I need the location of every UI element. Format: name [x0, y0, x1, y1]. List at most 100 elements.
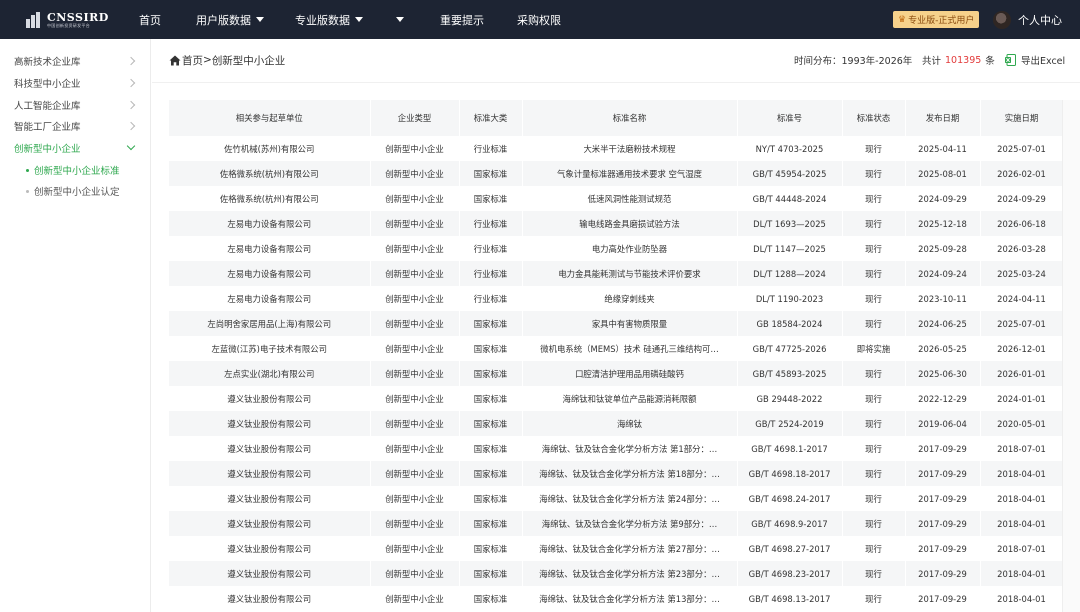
cell-publish-date: 2017-09-29 [905, 536, 981, 561]
total-count-value: 101395 [945, 54, 982, 66]
table-row[interactable]: 遵义钛业股份有限公司 创新型中小企业 国家标准 海绵钛、钛及钛合金化学分析方法 第9部… [169, 511, 1064, 536]
cell-publish-date: 2017-09-29 [905, 561, 981, 586]
cell-company-type: 创新型中小企业 [370, 186, 460, 211]
cell-standard-category: 国家标准 [459, 511, 523, 536]
cell-standard-number: GB/T 47725-2026 [737, 336, 843, 361]
export-excel-button[interactable]: 导出Excel [1005, 52, 1065, 68]
nav-purchase[interactable]: 采购权限 [517, 0, 561, 39]
cell-standard-name: 海绵钛、钛及钛合金化学分析方法 第18部分：… [522, 461, 738, 486]
cell-drafting-unit: 左点实业(湖北)有限公司 [169, 361, 371, 386]
cell-company-type: 创新型中小企业 [370, 561, 460, 586]
sidebar-item-ai[interactable]: 人工智能企业库 [14, 94, 138, 115]
cell-drafting-unit: 佐格微系统(杭州)有限公司 [169, 161, 371, 186]
cell-effective-date: 2018-04-01 [980, 586, 1064, 611]
cell-standard-status: 现行 [842, 211, 906, 236]
sidebar-subitem-standards[interactable]: 创新型中小企业标准 [26, 160, 120, 180]
cell-effective-date: 2026-12-01 [980, 336, 1064, 361]
pro-user-badge[interactable]: ♛ 专业版-正式用户 [893, 11, 980, 28]
cell-company-type: 创新型中小企业 [370, 136, 460, 161]
excel-icon [1005, 54, 1016, 66]
cell-standard-status: 现行 [842, 261, 906, 286]
nav-important-notice-label: 重要提示 [440, 13, 484, 27]
table-row[interactable]: 遵义钛业股份有限公司 创新型中小企业 国家标准 海绵钛、钛及钛合金化学分析方法 第27… [169, 536, 1064, 561]
cell-company-type: 创新型中小企业 [370, 211, 460, 236]
sidebar-subitem-certification[interactable]: 创新型中小企业认定 [26, 181, 120, 201]
nav-home-label: 首页 [139, 13, 161, 27]
table-row[interactable]: 遵义钛业股份有限公司 创新型中小企业 国家标准 海绵钛、钛及钛合金化学分析方法 第18… [169, 461, 1064, 486]
sidebar-item-sci-tech-sme[interactable]: 科技型中小企业 [14, 72, 138, 93]
cell-effective-date: 2026-02-01 [980, 161, 1064, 186]
sidebar-item-smart-factory[interactable]: 智能工厂企业库 [14, 115, 138, 136]
nav-pro-data[interactable]: 专业版数据 [295, 0, 363, 39]
chevron-down-icon [396, 17, 404, 22]
cell-publish-date: 2025-12-18 [905, 211, 981, 236]
cell-standard-name: 输电线路金具磨损试验方法 [522, 211, 738, 236]
logo[interactable]: CNSSIRD 中国创新投资研发平台 [26, 9, 109, 31]
sidebar-item-innovative-sme[interactable]: 创新型中小企业 [14, 137, 138, 158]
column-header: 相关参与起草单位 [169, 100, 371, 136]
avatar[interactable] [993, 11, 1011, 29]
nav-more-dropdown[interactable] [391, 0, 404, 39]
table-scroll-area[interactable] [1062, 100, 1080, 612]
table-row[interactable]: 佐格微系统(杭州)有限公司 创新型中小企业 国家标准 低速风洞性能测试规范 GB/T 4… [169, 186, 1064, 211]
cell-standard-name: 电力金具能耗测试与节能技术评价要求 [522, 261, 738, 286]
cell-publish-date: 2025-09-28 [905, 236, 981, 261]
nav-user-data[interactable]: 用户版数据 [196, 0, 264, 39]
cell-publish-date: 2025-04-11 [905, 136, 981, 161]
cell-company-type: 创新型中小企业 [370, 361, 460, 386]
cell-standard-name: 大米半干法磨粉技术规程 [522, 136, 738, 161]
table-row[interactable]: 遵义钛业股份有限公司 创新型中小企业 国家标准 海绵钛、钛及钛合金化学分析方法 第13… [169, 586, 1064, 611]
table-row[interactable]: 左点实业(湖北)有限公司 创新型中小企业 国家标准 口腔清洁护理用品用磷硅酸钙 GB/T… [169, 361, 1064, 386]
cell-publish-date: 2017-09-29 [905, 511, 981, 536]
bullet-icon [26, 168, 29, 172]
logo-bars-icon [26, 12, 44, 28]
table-row[interactable]: 左易电力设备有限公司 创新型中小企业 行业标准 电力金具能耗测试与节能技术评价要求 DL… [169, 261, 1064, 286]
table-row[interactable]: 左蓝微(江苏)电子技术有限公司 创新型中小企业 国家标准 微机电系统（MEMS）技术 … [169, 336, 1064, 361]
cell-standard-status: 现行 [842, 486, 906, 511]
total-suffix: 条 [985, 56, 995, 67]
user-center-link[interactable]: 个人中心 [1018, 0, 1062, 39]
table-row[interactable]: 左尚明舍家居用品(上海)有限公司 创新型中小企业 国家标准 家具中有害物质限量 GB 1… [169, 311, 1064, 336]
cell-drafting-unit: 遵义钛业股份有限公司 [169, 561, 371, 586]
cell-drafting-unit: 左易电力设备有限公司 [169, 236, 371, 261]
table-row[interactable]: 遵义钛业股份有限公司 创新型中小企业 国家标准 海绵钛、钛及钛合金化学分析方法 第24… [169, 486, 1064, 511]
table-row[interactable]: 左易电力设备有限公司 创新型中小企业 行业标准 电力高处作业防坠器 DL/T 1147—… [169, 236, 1064, 261]
cell-drafting-unit: 佐竹机械(苏州)有限公司 [169, 136, 371, 161]
cell-standard-category: 行业标准 [459, 261, 523, 286]
table-row[interactable]: 左易电力设备有限公司 创新型中小企业 行业标准 绝缘穿刺线夹 DL/T 1190-202… [169, 286, 1064, 311]
standards-table-container[interactable]: 相关参与起草单位 企业类型 标准大类 标准名称 标准号 标准状态 发布日期 实施… [169, 100, 1080, 612]
table-row[interactable]: 佐格微系统(杭州)有限公司 创新型中小企业 国家标准 气象计量标准器通用技术要求 空气… [169, 161, 1064, 186]
table-row[interactable]: 遵义钛业股份有限公司 创新型中小企业 国家标准 海绵钛和钛锭单位产品能源消耗限额 GB … [169, 386, 1064, 411]
column-header: 标准号 [737, 100, 843, 136]
cell-company-type: 创新型中小企业 [370, 286, 460, 311]
cell-company-type: 创新型中小企业 [370, 461, 460, 486]
cell-publish-date: 2017-09-29 [905, 486, 981, 511]
cell-standard-number: GB/T 4698.13-2017 [737, 586, 843, 611]
table-row[interactable]: 遵义钛业股份有限公司 创新型中小企业 国家标准 海绵钛、钛及钛合金化学分析方法 第23… [169, 561, 1064, 586]
cell-standard-number: GB/T 4698.24-2017 [737, 486, 843, 511]
cell-standard-status: 现行 [842, 561, 906, 586]
logo-subtitle: 中国创新投资研发平台 [47, 23, 90, 28]
breadcrumb-home[interactable]: 首页 [182, 53, 203, 68]
table-row[interactable]: 遵义钛业股份有限公司 创新型中小企业 国家标准 海绵钛 GB/T 2524-2019 现行… [169, 411, 1064, 436]
cell-standard-name: 电力高处作业防坠器 [522, 236, 738, 261]
cell-standard-number: DL/T 1190-2023 [737, 286, 843, 311]
cell-standard-category: 国家标准 [459, 536, 523, 561]
table-row[interactable]: 左易电力设备有限公司 创新型中小企业 行业标准 输电线路金具磨损试验方法 DL/T 16… [169, 211, 1064, 236]
nav-pro-data-label: 专业版数据 [295, 13, 350, 27]
table-row[interactable]: 佐竹机械(苏州)有限公司 创新型中小企业 行业标准 大米半干法磨粉技术规程 NY/T 4… [169, 136, 1064, 161]
cell-standard-category: 行业标准 [459, 236, 523, 261]
nav-important-notice[interactable]: 重要提示 [440, 0, 484, 39]
cell-drafting-unit: 遵义钛业股份有限公司 [169, 436, 371, 461]
cell-standard-name: 海绵钛 [522, 411, 738, 436]
cell-company-type: 创新型中小企业 [370, 236, 460, 261]
sidebar-item-high-tech[interactable]: 高新技术企业库 [14, 50, 138, 71]
cell-drafting-unit: 遵义钛业股份有限公司 [169, 586, 371, 611]
cell-standard-name: 海绵钛、钛及钛合金化学分析方法 第1部分：… [522, 436, 738, 461]
cell-drafting-unit: 佐格微系统(杭州)有限公司 [169, 186, 371, 211]
cell-standard-number: GB/T 45893-2025 [737, 361, 843, 386]
cell-standard-number: DL/T 1288—2024 [737, 261, 843, 286]
table-row[interactable]: 遵义钛业股份有限公司 创新型中小企业 国家标准 海绵钛、钛及钛合金化学分析方法 第1部… [169, 436, 1064, 461]
cell-standard-status: 现行 [842, 236, 906, 261]
nav-home[interactable]: 首页 [139, 0, 161, 39]
